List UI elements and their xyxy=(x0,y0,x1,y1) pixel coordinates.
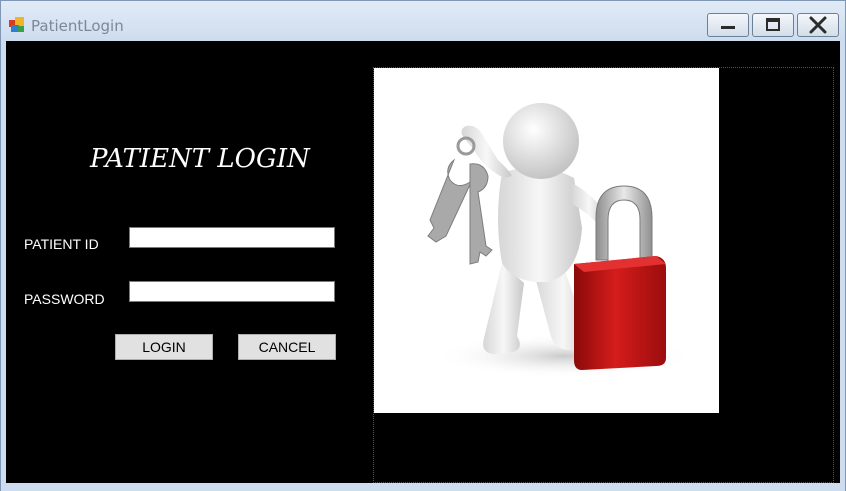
close-icon xyxy=(809,16,827,34)
patient-id-input[interactable] xyxy=(129,227,335,248)
maximize-button[interactable] xyxy=(752,13,794,37)
login-illustration xyxy=(374,68,719,413)
minimize-icon xyxy=(721,26,735,29)
page-title: PATIENT LOGIN xyxy=(90,144,310,174)
close-button[interactable] xyxy=(797,13,839,37)
app-icon xyxy=(9,17,24,32)
patient-id-label: PATIENT ID xyxy=(24,236,99,252)
form-client-area: PATIENT LOGIN PATIENT ID PASSWORD LOGIN … xyxy=(6,41,840,483)
password-input[interactable] xyxy=(129,281,335,302)
password-label: PASSWORD xyxy=(24,291,105,307)
window-title: PatientLogin xyxy=(31,17,124,35)
person-with-keys-and-padlock-icon xyxy=(427,103,694,378)
window-bottom-border xyxy=(1,483,845,491)
maximize-icon xyxy=(766,18,780,31)
login-button[interactable]: LOGIN xyxy=(115,334,213,360)
title-bar[interactable]: PatientLogin xyxy=(1,1,845,41)
app-window: PatientLogin PATIENT LOGIN PATIENT ID PA… xyxy=(0,0,846,491)
minimize-button[interactable] xyxy=(707,13,749,37)
cancel-button[interactable]: CANCEL xyxy=(238,334,336,360)
